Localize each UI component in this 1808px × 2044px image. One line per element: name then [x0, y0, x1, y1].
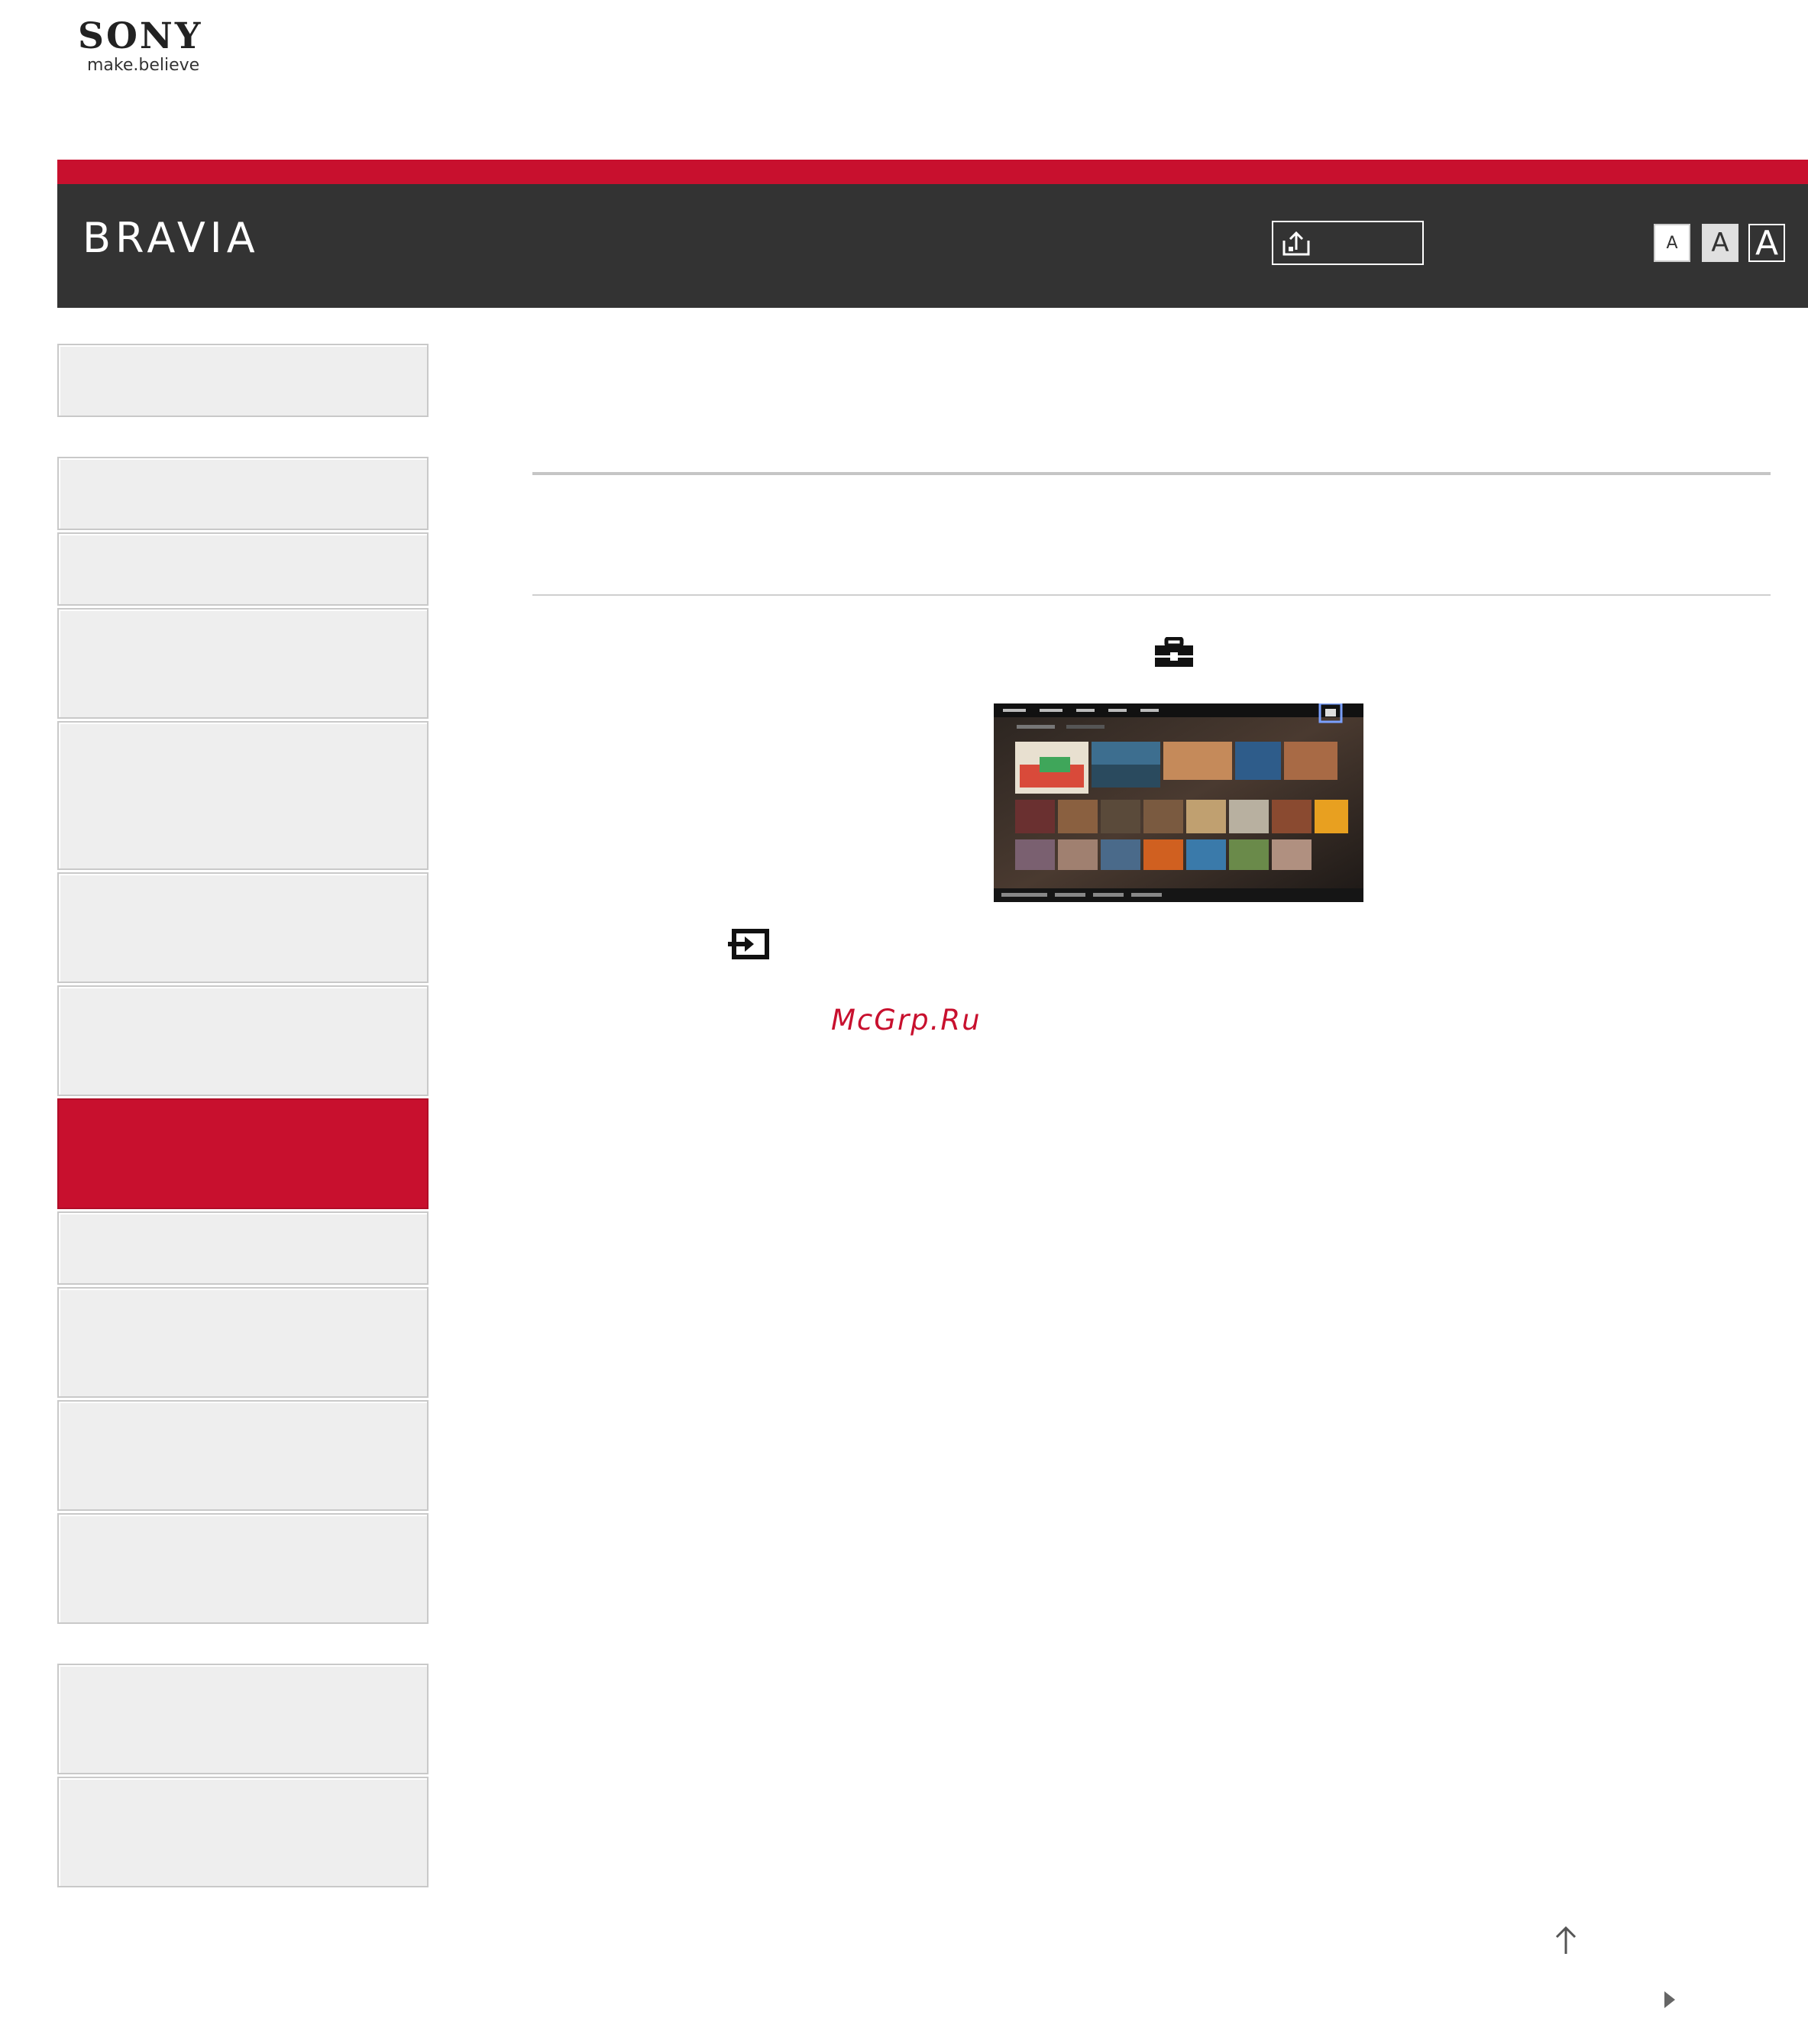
print-share-icon	[1282, 231, 1310, 256]
sidebar-item-14[interactable]	[57, 1777, 429, 1887]
sidebar-item-label	[59, 1778, 427, 1809]
sidebar-item-label	[59, 987, 427, 1017]
watermark-text: McGrp.Ru	[831, 1004, 982, 1037]
title-divider	[532, 472, 1771, 475]
font-size-medium-button[interactable]: A	[1702, 224, 1738, 262]
font-size-large-button[interactable]: A	[1748, 224, 1785, 263]
sidebar-item-6[interactable]	[57, 872, 429, 983]
sidebar-item-7[interactable]	[57, 985, 429, 1096]
section-divider	[532, 594, 1771, 596]
sidebar-item-1[interactable]	[57, 344, 429, 417]
sidebar-item-10[interactable]	[57, 1287, 429, 1398]
sidebar-item-9[interactable]	[57, 1211, 429, 1285]
sidebar-item-label	[59, 723, 427, 753]
next-page-icon[interactable]	[1661, 1990, 1678, 2010]
sidebar-item-label	[59, 1665, 427, 1696]
sidebar-item-label	[59, 1402, 427, 1432]
sidebar-item-13[interactable]	[57, 1664, 429, 1774]
toolbox-icon	[1155, 637, 1193, 667]
input-icon	[728, 929, 769, 959]
sidebar-item-label	[59, 1213, 427, 1244]
sidebar-item-label	[59, 1515, 427, 1545]
tv-home-menu-screenshot	[994, 703, 1363, 902]
sidebar-item-label	[59, 345, 427, 376]
sidebar-item-8-active[interactable]	[57, 1098, 429, 1209]
print-share-button[interactable]	[1272, 221, 1424, 265]
sidebar-item-label	[59, 610, 427, 640]
brand-tagline: make.believe	[87, 56, 200, 75]
sidebar-item-12[interactable]	[57, 1513, 429, 1624]
sidebar-item-2[interactable]	[57, 457, 429, 530]
sidebar-item-label	[59, 534, 427, 564]
sidebar-item-3[interactable]	[57, 532, 429, 606]
back-to-top-icon[interactable]	[1552, 1925, 1580, 1955]
header-accent-bar	[57, 160, 1808, 184]
sidebar-item-label	[59, 1289, 427, 1319]
sony-wordmark: SONY	[78, 15, 203, 57]
font-size-small-button[interactable]: A	[1654, 224, 1690, 262]
sidebar-item-5[interactable]	[57, 721, 429, 870]
header-bar	[57, 184, 1808, 308]
sidebar-item-label	[59, 1100, 427, 1130]
sidebar-item-11[interactable]	[57, 1400, 429, 1511]
sidebar-item-label	[59, 458, 427, 489]
sony-logo: SONY make.believe	[78, 18, 231, 87]
product-brand: BRAVIA	[82, 214, 260, 262]
sidebar-item-4[interactable]	[57, 608, 429, 719]
sidebar-item-label	[59, 874, 427, 904]
